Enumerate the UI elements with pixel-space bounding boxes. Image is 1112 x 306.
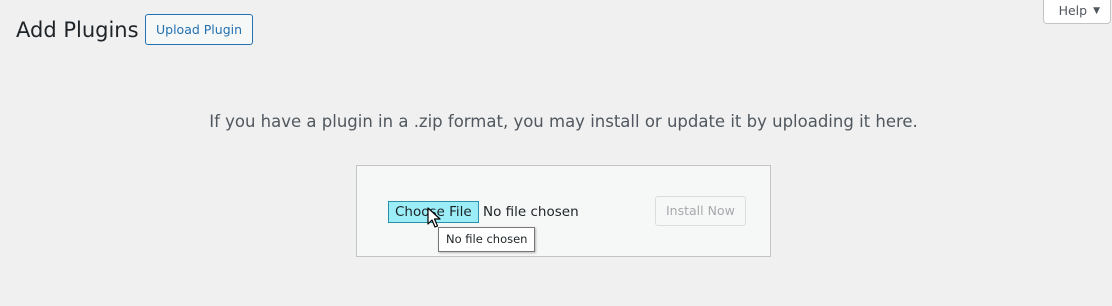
help-tab-button[interactable]: Help ▼	[1042, 0, 1111, 24]
caret-down-icon: ▼	[1093, 6, 1100, 16]
upload-instructions: If you have a plugin in a .zip format, y…	[209, 112, 918, 131]
help-label: Help	[1058, 3, 1088, 18]
upload-plugin-button[interactable]: Upload Plugin	[145, 14, 254, 45]
file-status-text: No file chosen	[483, 204, 579, 220]
upload-plugin-form: Choose File No file chosen Install Now	[356, 165, 771, 257]
install-now-button[interactable]: Install Now	[655, 196, 746, 226]
page-title: Add Plugins	[16, 18, 139, 42]
file-input-tooltip: No file chosen	[438, 227, 536, 252]
mouse-pointer-icon	[427, 207, 441, 228]
